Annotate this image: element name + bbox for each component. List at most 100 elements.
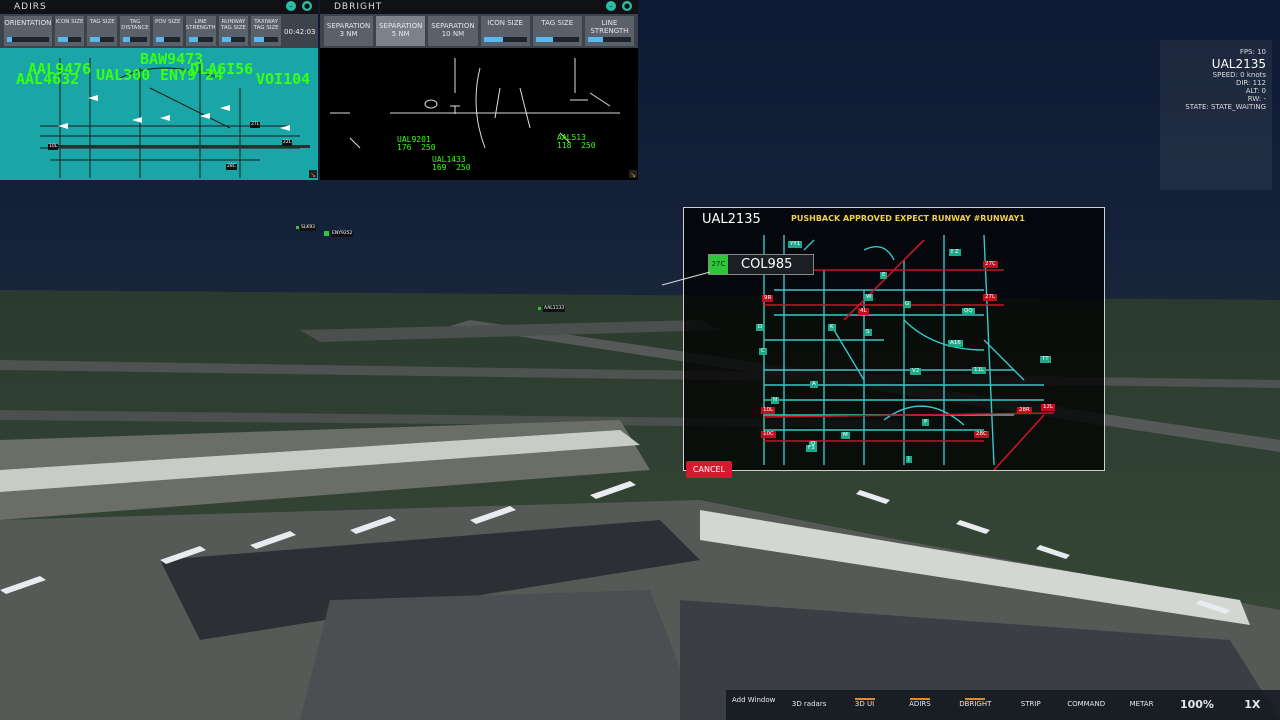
- stats-dir: DIR: 112: [1235, 79, 1266, 87]
- taxiway-tag[interactable]: J: [906, 456, 912, 463]
- stats-callsign: UAL2135: [1211, 57, 1266, 71]
- popup-message: PUSHBACK APPROVED EXPECT RUNWAY #RUNWAY1: [791, 214, 1025, 223]
- taxiway-tag[interactable]: S: [864, 329, 872, 336]
- stats-alt: ALT: 0: [1245, 87, 1266, 95]
- line-strength-control[interactable]: LINE STRENGTH: [185, 16, 216, 46]
- assigned-callsign: COL985: [741, 257, 793, 272]
- icon-size-control[interactable]: ICON SIZE: [480, 16, 530, 46]
- taxiway-tag[interactable]: V2: [910, 368, 922, 375]
- icon-size-control[interactable]: ICON SIZE: [54, 16, 85, 46]
- tag-size-control[interactable]: TAG SIZE: [532, 16, 582, 46]
- tag-distance-control[interactable]: TAG DISTANCE: [120, 16, 150, 46]
- taxiway-tag[interactable]: E: [880, 272, 888, 279]
- pov-size-control[interactable]: POV SIZE: [152, 16, 183, 46]
- stats-rw: RW: -: [1247, 95, 1266, 103]
- map-label-e: VOI104: [256, 70, 311, 88]
- runway-tag: 10L: [48, 144, 59, 150]
- runway-tag-size-control[interactable]: RUNWAY TAG SIZE: [218, 16, 249, 46]
- taxiway-tag[interactable]: C: [759, 348, 767, 355]
- adirs-button[interactable]: ADIRS: [892, 690, 947, 720]
- 3d-ui-button[interactable]: 3D UI: [837, 690, 892, 720]
- taxiway-tag[interactable]: G: [903, 301, 912, 308]
- orientation-control[interactable]: ORIENTATION: [4, 16, 52, 46]
- pushback-popup[interactable]: UAL2135 PUSHBACK APPROVED EXPECT RUNWAY …: [683, 207, 1105, 471]
- 3d-radars-button[interactable]: 3D radars: [781, 690, 836, 720]
- runway-tag: 28C: [226, 164, 237, 170]
- command-button[interactable]: COMMAND: [1058, 690, 1113, 720]
- map-label-g: DLA6I56: [190, 60, 254, 78]
- minimize-icon[interactable]: –: [286, 1, 296, 11]
- separation-5nm-button[interactable]: SEPARATION 5 NM: [376, 16, 426, 46]
- tag-size-control[interactable]: TAG SIZE: [87, 16, 118, 46]
- line-strength-control[interactable]: LINE STRENGTH: [584, 16, 635, 46]
- runway-tag[interactable]: 27C: [983, 261, 998, 268]
- dbright-window[interactable]: DBRIGHT – ● SEPARATION 3 NM SEPARATION 5…: [320, 0, 638, 48]
- strip-button[interactable]: STRIP: [1003, 690, 1058, 720]
- connector-line: [661, 271, 711, 286]
- close-icon[interactable]: ●: [622, 1, 632, 11]
- runway-tag: 27L: [250, 122, 261, 128]
- dbright-toolbar: SEPARATION 3 NM SEPARATION 5 NM SEPARATI…: [320, 14, 638, 48]
- adirs-map[interactable]: AAL9476 AAL4632 BAW9473 UAL300 VOI104 EN…: [0, 48, 318, 180]
- resize-icon[interactable]: ↘: [629, 170, 637, 179]
- runway-tag[interactable]: 10L: [761, 407, 776, 414]
- taxiway-tag[interactable]: N: [771, 397, 780, 404]
- runway-tag[interactable]: 27L: [983, 294, 998, 301]
- aircraft-tag[interactable]: SLK93: [300, 225, 317, 231]
- runway-tag[interactable]: 4L: [858, 308, 869, 315]
- dbright-button[interactable]: DBRIGHT: [948, 690, 1003, 720]
- taxiway-tag[interactable]: TT: [1040, 356, 1051, 363]
- aircraft-marker: [538, 307, 541, 310]
- radar-target: UAL9201 176 250: [397, 135, 436, 152]
- aircraft-tag[interactable]: ENY9252: [331, 231, 354, 237]
- taxiway-tag[interactable]: M: [841, 432, 850, 439]
- runway-assignment[interactable]: 27C COL985: [708, 254, 814, 275]
- resize-icon[interactable]: ↘: [309, 170, 317, 179]
- map-label-b: AAL4632: [16, 70, 80, 88]
- minimize-icon[interactable]: –: [606, 1, 616, 11]
- runway-tag[interactable]: 28C: [974, 431, 989, 438]
- taxiway-tag[interactable]: A16: [948, 340, 963, 347]
- clock: 00:42:03: [284, 28, 316, 36]
- stats-state: STATE: STATE_WAITING: [1185, 103, 1266, 111]
- bottom-toolbar: Add Window 3D radars 3D UI ADIRS DBRIGHT…: [726, 690, 1280, 720]
- adirs-toolbar: ORIENTATION ICON SIZE TAG SIZE TAG DISTA…: [0, 14, 318, 48]
- aircraft-marker: [296, 226, 299, 229]
- runway-tag[interactable]: 28R: [1017, 407, 1032, 414]
- dbright-radar[interactable]: UAL9201 176 250 UAL1433 169 250 AAL513 1…: [320, 48, 638, 180]
- dbright-title: DBRIGHT: [320, 0, 638, 14]
- add-window-button[interactable]: Add Window: [726, 690, 781, 720]
- taxiway-tag[interactable]: A: [810, 381, 818, 388]
- adirs-window[interactable]: ADIRS – ● ORIENTATION ICON SIZE TAG SIZE…: [0, 0, 318, 48]
- cancel-button[interactable]: CANCEL: [686, 461, 732, 478]
- taxiway-tag[interactable]: QQ: [962, 308, 975, 315]
- taxiway-tag[interactable]: D: [756, 324, 765, 331]
- time-speed-button[interactable]: 1X: [1225, 690, 1280, 720]
- taxiway-tag[interactable]: 11L: [972, 367, 987, 374]
- zoom-level-button[interactable]: 100%: [1169, 690, 1224, 720]
- runway-tag[interactable]: 9R: [762, 295, 774, 302]
- fps: FPS: 10: [1239, 48, 1266, 56]
- taxiway-tag[interactable]: YY1: [788, 241, 803, 248]
- taxiway-tag-size-control[interactable]: TAXIWAY TAG SIZE: [251, 16, 282, 46]
- taxiway-tag[interactable]: F3: [806, 445, 817, 452]
- radar-target: UAL1433 169 250: [432, 155, 471, 172]
- aircraft-marker: [324, 231, 329, 236]
- adirs-title: ADIRS: [0, 0, 318, 14]
- aircraft-stats-panel: FPS: 10 UAL2135 SPEED: 0 knots DIR: 112 …: [1160, 40, 1272, 190]
- runway-tag[interactable]: 10C: [761, 431, 776, 438]
- popup-callsign: UAL2135: [702, 212, 761, 227]
- taxiway-tag[interactable]: P: [922, 419, 930, 426]
- close-icon[interactable]: ●: [302, 1, 312, 11]
- separation-3nm-button[interactable]: SEPARATION 3 NM: [324, 16, 374, 46]
- taxiway-tag[interactable]: W: [864, 294, 874, 301]
- runway-tag[interactable]: 12L: [1041, 404, 1056, 411]
- radar-target: AAL513 118 250: [557, 133, 596, 150]
- metar-button[interactable]: METAR: [1114, 690, 1169, 720]
- taxiway-tag[interactable]: K: [828, 324, 836, 331]
- stats-speed: SPEED: 0 knots: [1212, 71, 1266, 79]
- taxiway-tag[interactable]: Z: [953, 249, 961, 256]
- dbright-graphics: [330, 58, 620, 149]
- aircraft-tag[interactable]: AAL1133: [543, 306, 566, 312]
- separation-10nm-button[interactable]: SEPARATION 10 NM: [428, 16, 478, 46]
